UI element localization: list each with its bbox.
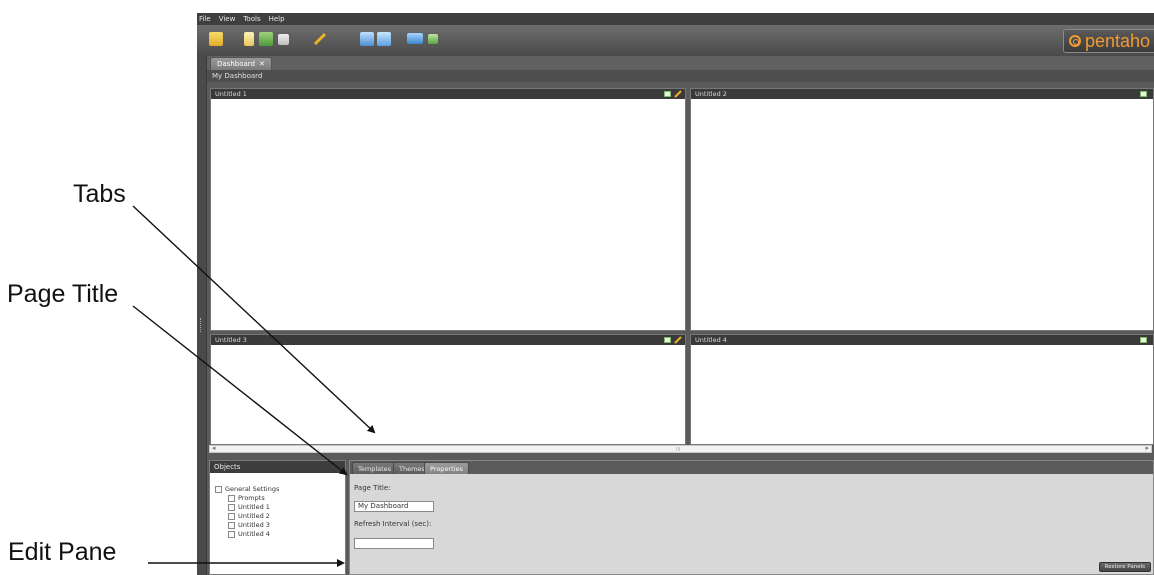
objects-panel: Objects General Settings Prompts Untitle… bbox=[209, 460, 346, 575]
new-analysis-icon[interactable] bbox=[259, 32, 273, 46]
panel-untitled-3[interactable]: Untitled 3 bbox=[210, 334, 686, 445]
panel-icon bbox=[228, 521, 235, 529]
save-as-icon[interactable] bbox=[377, 32, 391, 46]
panel-title: Untitled 4 bbox=[695, 336, 727, 344]
chart-type-icon[interactable] bbox=[664, 91, 671, 97]
screenshot-root: Tabs Page Title Edit Pane File View Tool… bbox=[0, 0, 1154, 575]
horizontal-scrollbar[interactable]: ◂ III ▸ bbox=[209, 444, 1152, 453]
menu-bar: File View Tools Help bbox=[197, 13, 1154, 25]
menu-tools[interactable]: Tools bbox=[243, 13, 260, 25]
panel-header: Untitled 1 bbox=[211, 89, 685, 99]
pencil-icon[interactable] bbox=[313, 32, 327, 46]
prompt-icon bbox=[228, 494, 235, 502]
chart-type-icon[interactable] bbox=[664, 337, 671, 343]
tab-dashboard[interactable]: Dashboard ✕ bbox=[210, 57, 272, 70]
toolbar: pentaho bbox=[197, 25, 1154, 56]
tab-dashboard-label: Dashboard bbox=[217, 60, 255, 68]
panel-title: Untitled 1 bbox=[215, 90, 247, 98]
open-folder-icon[interactable] bbox=[209, 32, 223, 46]
panel-icon bbox=[228, 503, 235, 511]
menu-view[interactable]: View bbox=[219, 13, 236, 25]
pentaho-logo: pentaho bbox=[1063, 29, 1154, 53]
objects-title: Objects bbox=[214, 463, 241, 471]
panel-header: Untitled 2 bbox=[691, 89, 1153, 99]
tree-item-untitled-4[interactable]: Untitled 4 bbox=[228, 530, 270, 538]
panel-title: Untitled 3 bbox=[215, 336, 247, 344]
menu-file[interactable]: File bbox=[199, 13, 211, 25]
annotation-edit-pane: Edit Pane bbox=[8, 538, 117, 566]
panel-title: Untitled 2 bbox=[695, 90, 727, 98]
new-report-icon[interactable] bbox=[244, 32, 254, 46]
tree-item-prompts[interactable]: Prompts bbox=[228, 494, 265, 502]
panel-icon bbox=[228, 512, 235, 520]
chart-type-icon[interactable] bbox=[1140, 91, 1147, 97]
pencil-icon[interactable] bbox=[674, 90, 682, 98]
panel-icon bbox=[228, 530, 235, 538]
annotation-page-title: Page Title bbox=[7, 280, 119, 308]
panel-untitled-1[interactable]: Untitled 1 bbox=[210, 88, 686, 331]
edit-pane: Templates Themes Properties Page Title: … bbox=[349, 460, 1154, 575]
pentaho-logo-text: pentaho bbox=[1085, 30, 1151, 51]
save-icon[interactable] bbox=[360, 32, 374, 46]
refresh-interval-input[interactable] bbox=[354, 538, 434, 549]
tab-templates[interactable]: Templates bbox=[352, 462, 398, 474]
dashboard-designer-window: File View Tools Help pentaho Dashboard ✕… bbox=[197, 13, 1154, 575]
refresh-icon[interactable] bbox=[428, 34, 438, 44]
settings-icon bbox=[215, 485, 222, 493]
page-title-label: Page Title: bbox=[354, 484, 391, 492]
panel-untitled-2[interactable]: Untitled 2 bbox=[690, 88, 1154, 331]
objects-header: Objects bbox=[210, 461, 345, 473]
close-icon[interactable]: ✕ bbox=[259, 60, 265, 68]
scroll-left-icon[interactable]: ◂ bbox=[212, 444, 216, 452]
pentaho-logo-icon bbox=[1069, 35, 1081, 47]
tree-item-untitled-3[interactable]: Untitled 3 bbox=[228, 521, 270, 529]
restore-panels-button[interactable]: Restore Panels bbox=[1098, 562, 1151, 572]
tab-bar: Dashboard ✕ bbox=[207, 56, 1154, 70]
refresh-interval-label: Refresh Interval (sec): bbox=[354, 520, 432, 528]
tree-item-general-settings[interactable]: General Settings bbox=[215, 485, 279, 493]
panel-untitled-4[interactable]: Untitled 4 bbox=[690, 334, 1154, 445]
collapse-handle[interactable] bbox=[200, 318, 203, 332]
scroll-thumb[interactable]: III bbox=[676, 447, 680, 453]
annotation-tabs: Tabs bbox=[73, 180, 126, 208]
dashboard-title-bar: My Dashboard bbox=[207, 70, 1154, 82]
preview-icon[interactable] bbox=[407, 33, 423, 44]
chart-type-icon[interactable] bbox=[1140, 337, 1147, 343]
tree-item-untitled-1[interactable]: Untitled 1 bbox=[228, 503, 270, 511]
new-dashboard-icon[interactable] bbox=[278, 34, 289, 45]
scroll-right-icon[interactable]: ▸ bbox=[1145, 444, 1149, 452]
panel-header: Untitled 4 bbox=[691, 335, 1153, 345]
tree-item-untitled-2[interactable]: Untitled 2 bbox=[228, 512, 270, 520]
left-side-strip[interactable] bbox=[197, 56, 207, 575]
pencil-icon[interactable] bbox=[674, 336, 682, 344]
panel-header: Untitled 3 bbox=[211, 335, 685, 345]
edit-tabs: Templates Themes Properties bbox=[350, 461, 1153, 474]
dashboard-title: My Dashboard bbox=[212, 72, 263, 80]
page-title-input[interactable]: My Dashboard bbox=[354, 501, 434, 512]
tab-properties[interactable]: Properties bbox=[424, 462, 469, 474]
menu-help[interactable]: Help bbox=[269, 13, 285, 25]
